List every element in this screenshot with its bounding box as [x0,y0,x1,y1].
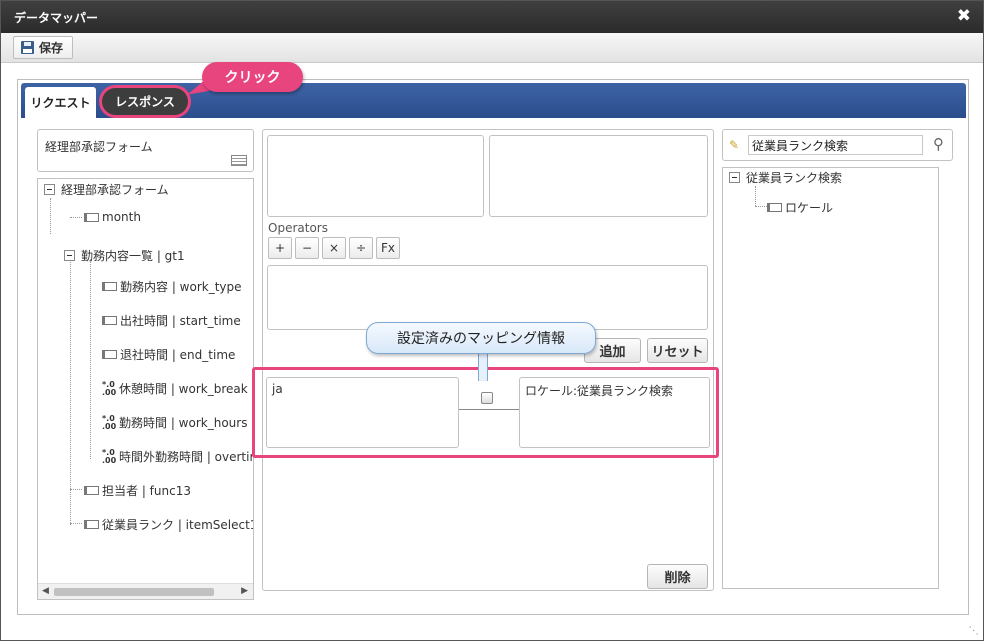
floppy-disk-icon [21,41,34,54]
save-button[interactable]: 保存 [13,36,74,59]
tab-response[interactable]: レスポンス [102,88,188,115]
operators-label: Operators [268,221,328,235]
operator-multiply-button[interactable]: × [322,237,346,259]
form-select-box[interactable]: 経理部承認フォーム [37,129,254,172]
tree-node[interactable]: ロケール [767,199,833,216]
tree-node[interactable]: 出社時間 | start_time [102,312,241,329]
tree-node[interactable]: 従業員ランク | itemSelect14 [84,516,254,533]
tree-node[interactable]: *.0.00 時間外勤務時間 | overtime [102,447,254,465]
tree-connector [70,262,71,525]
number-field-icon: *.0.00 [102,447,117,465]
tree-node-label: 勤務内容一覧 | gt1 [81,249,185,263]
target-expression-box[interactable] [489,135,708,217]
source-tree: 経理部承認フォーム month 勤務内容一覧 | gt1 勤務内容 | work… [37,178,254,600]
tree-node-label: 退社時間 | end_time [120,348,236,362]
tree-node-label: 担当者 | func13 [102,484,191,498]
data-mapper-window: データマッパー ✖ 保存 リクエスト レスポンス クリック 経理部承認フォーム … [0,0,984,641]
tree-node-label: 経理部承認フォーム [61,183,169,197]
field-icon [102,316,117,325]
tree-connector [755,186,756,206]
operator-divide-button[interactable]: ÷ [349,237,373,259]
info-callout-tail [478,353,488,381]
tree-node-label: 従業員ランク検索 [746,171,843,185]
target-tree: 従業員ランク検索 ロケール [722,167,939,589]
toolbar: 保存 [1,33,983,63]
tree-node-label: 勤務時間 | work_hours [119,416,248,430]
form-name: 経理部承認フォーム [45,140,153,154]
delete-button[interactable]: 削除 [647,564,708,589]
close-icon[interactable]: ✖ [957,6,971,26]
operator-minus-button[interactable]: − [295,237,319,259]
tree-node[interactable]: 勤務内容一覧 | gt1 [64,247,185,264]
number-field-icon: *.0.00 [102,413,117,431]
tree-node[interactable]: 退社時間 | end_time [102,346,235,363]
field-icon [84,212,99,222]
tree-node-label: 休憩時間 | work_break [119,382,248,396]
tree-node[interactable]: 勤務内容 | work_type [102,278,242,295]
tree-connector [70,489,82,490]
expression-input[interactable] [267,265,708,330]
collapse-icon[interactable] [44,184,55,195]
tree-connector [70,523,82,524]
target-search-box: ✎ ⚲ [722,129,953,161]
tree-node-label: 勤務内容 | work_type [120,280,242,294]
source-expression-box[interactable] [267,135,484,217]
save-button-label: 保存 [39,41,64,55]
reset-button[interactable]: リセット [647,338,708,363]
tree-node-label: ロケール [785,201,834,215]
info-callout: 設定済みのマッピング情報 [366,322,596,354]
operator-function-button[interactable]: Fx [376,237,400,259]
title-bar: データマッパー ✖ [1,1,983,33]
list-icon[interactable] [231,155,247,166]
scroll-left-icon[interactable]: ◀ [42,586,49,596]
operator-plus-button[interactable]: + [268,237,292,259]
tree-node[interactable]: 担当者 | func13 [84,482,191,499]
tree-node-label: 従業員ランク | itemSelect14 [102,518,254,532]
pencil-icon: ✎ [729,138,740,152]
tree-node[interactable]: *.0.00 休憩時間 | work_break [102,380,248,397]
tree-node-label: 時間外勤務時間 | overtime [119,450,254,464]
tab-request[interactable]: リクエスト [25,87,96,118]
click-callout: クリック [202,62,303,92]
number-field-icon: *.0.00 [102,379,117,397]
field-icon [767,203,782,212]
tree-node-label: month [102,210,141,224]
scroll-right-icon[interactable]: ▶ [241,586,248,596]
tree-node[interactable]: *.0.00 勤務時間 | work_hours [102,414,247,431]
search-input[interactable] [748,135,923,155]
field-icon [84,520,99,529]
window-title: データマッパー [14,11,99,25]
field-icon [84,486,99,495]
tree-connector [755,206,767,207]
tree-node[interactable]: 経理部承認フォーム [44,181,169,198]
collapse-icon[interactable] [64,250,75,261]
resize-grip-icon[interactable]: ⋰ [968,626,979,636]
horizontal-scrollbar[interactable]: ◀ ▶ [38,583,253,599]
search-icon[interactable]: ⚲ [933,135,944,153]
tree-connector [70,217,82,218]
collapse-icon[interactable] [729,172,740,183]
tree-connector [50,198,51,234]
field-icon [102,282,117,291]
scroll-thumb[interactable] [54,588,214,596]
tree-node[interactable]: 従業員ランク検索 [729,169,842,186]
tree-node[interactable]: month [84,210,141,224]
tree-connector [90,259,91,459]
field-icon [102,350,117,359]
tree-node-label: 出社時間 | start_time [120,314,241,328]
